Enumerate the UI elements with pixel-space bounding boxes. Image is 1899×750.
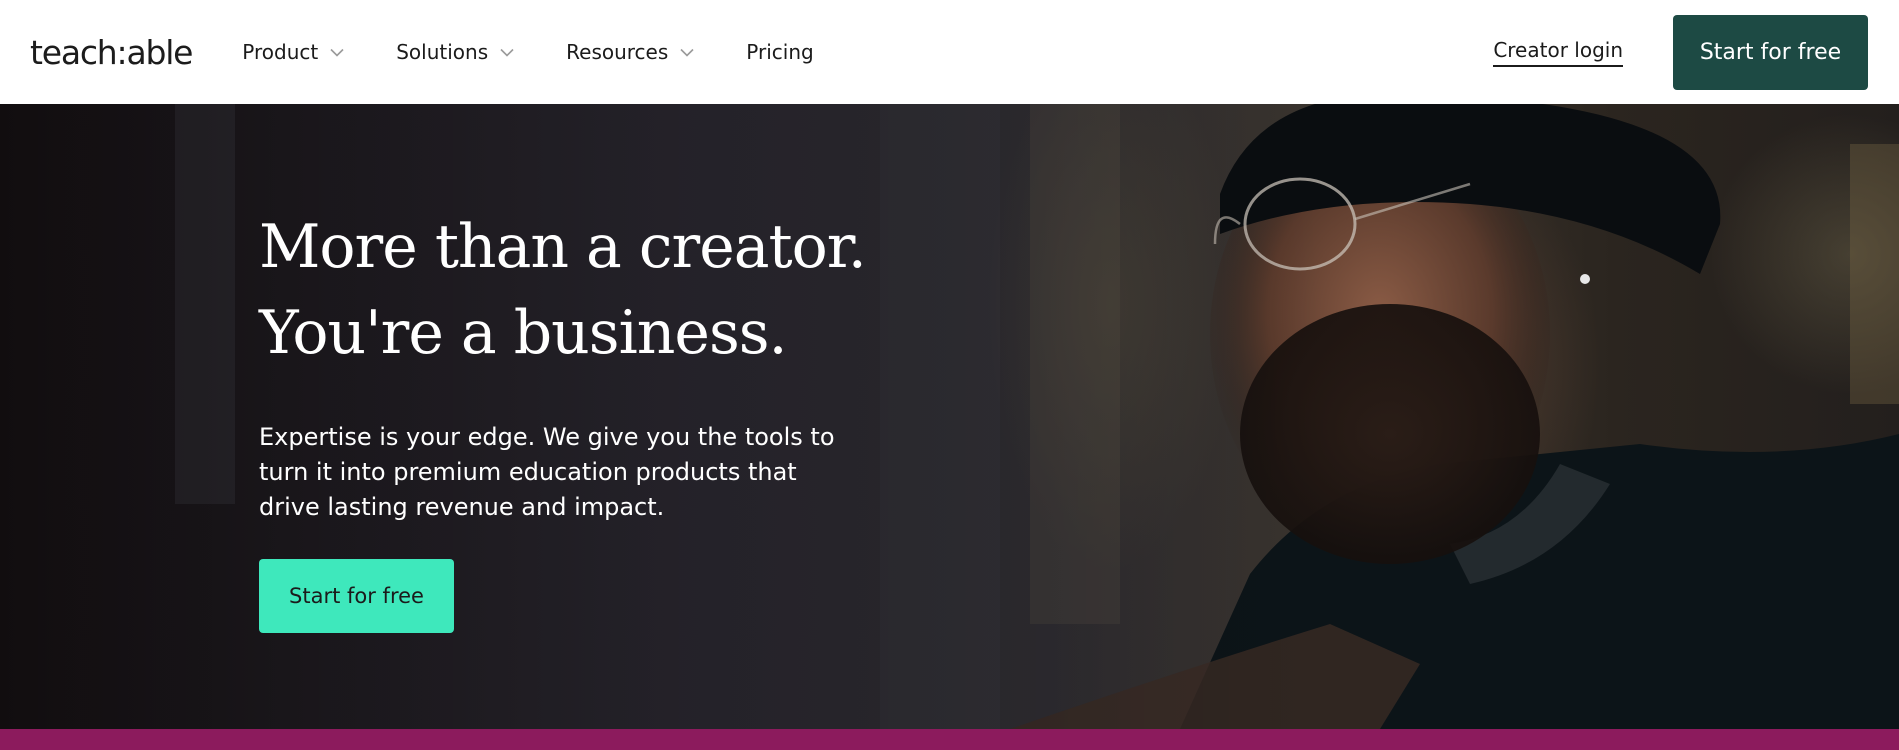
start-for-free-hero-button[interactable]: Start for free bbox=[259, 559, 454, 633]
nav-item-product[interactable]: Product bbox=[242, 40, 344, 64]
hero-title-line-1: More than a creator. bbox=[259, 212, 867, 282]
announcement-band bbox=[0, 729, 1899, 750]
chevron-down-icon bbox=[330, 48, 344, 57]
nav-item-label: Product bbox=[242, 40, 319, 64]
hero-title-line-2: You're a business. bbox=[259, 298, 788, 368]
chevron-down-icon bbox=[500, 48, 514, 57]
main-nav: Product Solutions Resources Pricing bbox=[242, 0, 865, 104]
creator-login-link[interactable]: Creator login bbox=[1493, 38, 1623, 67]
start-for-free-header-button[interactable]: Start for free bbox=[1673, 14, 1868, 90]
hero-content: More than a creator. You're a business. … bbox=[259, 204, 899, 633]
teachable-logo[interactable]: teach:able bbox=[30, 36, 193, 69]
nav-item-label: Pricing bbox=[746, 40, 814, 64]
nav-item-pricing[interactable]: Pricing bbox=[746, 40, 813, 64]
nav-item-resources[interactable]: Resources bbox=[566, 40, 694, 64]
hero-section: More than a creator. You're a business. … bbox=[0, 104, 1899, 729]
site-header: teach:able Product Solutions Resources P… bbox=[0, 0, 1899, 104]
nav-item-solutions[interactable]: Solutions bbox=[396, 40, 514, 64]
hero-subtitle: Expertise is your edge. We give you the … bbox=[259, 423, 835, 521]
hero-title: More than a creator. You're a business. bbox=[259, 204, 899, 376]
chevron-down-icon bbox=[680, 48, 694, 57]
header-actions: Creator login Start for free bbox=[1493, 14, 1869, 90]
nav-item-label: Resources bbox=[566, 40, 669, 64]
nav-item-label: Solutions bbox=[396, 40, 489, 64]
